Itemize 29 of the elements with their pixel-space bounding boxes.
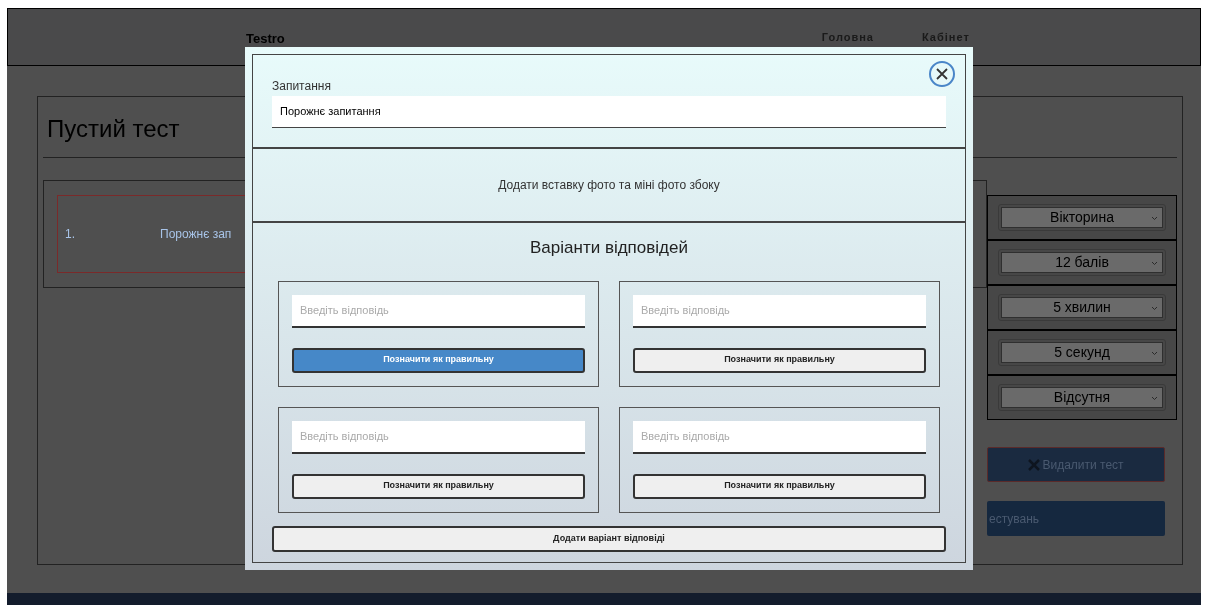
answers-title: Варіанти відповідей bbox=[530, 237, 688, 259]
setting-select[interactable]: Вікторина bbox=[998, 204, 1166, 231]
setting-select[interactable]: 5 секунд bbox=[998, 339, 1166, 366]
chevron-icon bbox=[1151, 306, 1158, 311]
mark-correct-button[interactable]: Позначити як правильну bbox=[633, 347, 926, 373]
test-title: Пустий тест bbox=[47, 114, 180, 144]
mark-correct-button[interactable]: Позначити як правильну bbox=[292, 473, 585, 499]
question-input[interactable]: Порожнє запитання bbox=[272, 96, 946, 128]
answer-input[interactable]: Введіть відповідь bbox=[292, 420, 585, 454]
answer-input[interactable]: Введіть відповідь bbox=[292, 294, 585, 328]
add-answer-button[interactable]: Додати варіант відповіді bbox=[272, 525, 946, 552]
logo[interactable]: Testro bbox=[246, 29, 285, 49]
question-label: Запитання bbox=[272, 78, 332, 94]
close-icon bbox=[1028, 458, 1041, 471]
answer-input[interactable]: Введіть відповідь bbox=[633, 420, 926, 454]
setting-select[interactable]: 12 балів bbox=[998, 249, 1166, 276]
chevron-icon bbox=[1151, 351, 1158, 356]
mark-correct-button[interactable]: Позначити як правильну bbox=[292, 347, 585, 373]
chevron-icon bbox=[1151, 216, 1158, 221]
setting-select[interactable]: Відсутня bbox=[998, 384, 1166, 411]
question-text: Порожнє зап bbox=[160, 226, 232, 243]
mark-correct-button[interactable]: Позначити як правильну bbox=[633, 473, 926, 499]
question-number: 1. bbox=[65, 226, 75, 243]
chevron-icon bbox=[1151, 261, 1158, 266]
answer-input[interactable]: Введіть відповідь bbox=[633, 294, 926, 328]
photo-insert-text[interactable]: Додати вставку фото та міні фото збоку bbox=[498, 176, 720, 194]
close-icon[interactable] bbox=[929, 61, 955, 87]
chevron-icon bbox=[1151, 396, 1158, 401]
setting-select[interactable]: 5 хвилин bbox=[998, 294, 1166, 321]
